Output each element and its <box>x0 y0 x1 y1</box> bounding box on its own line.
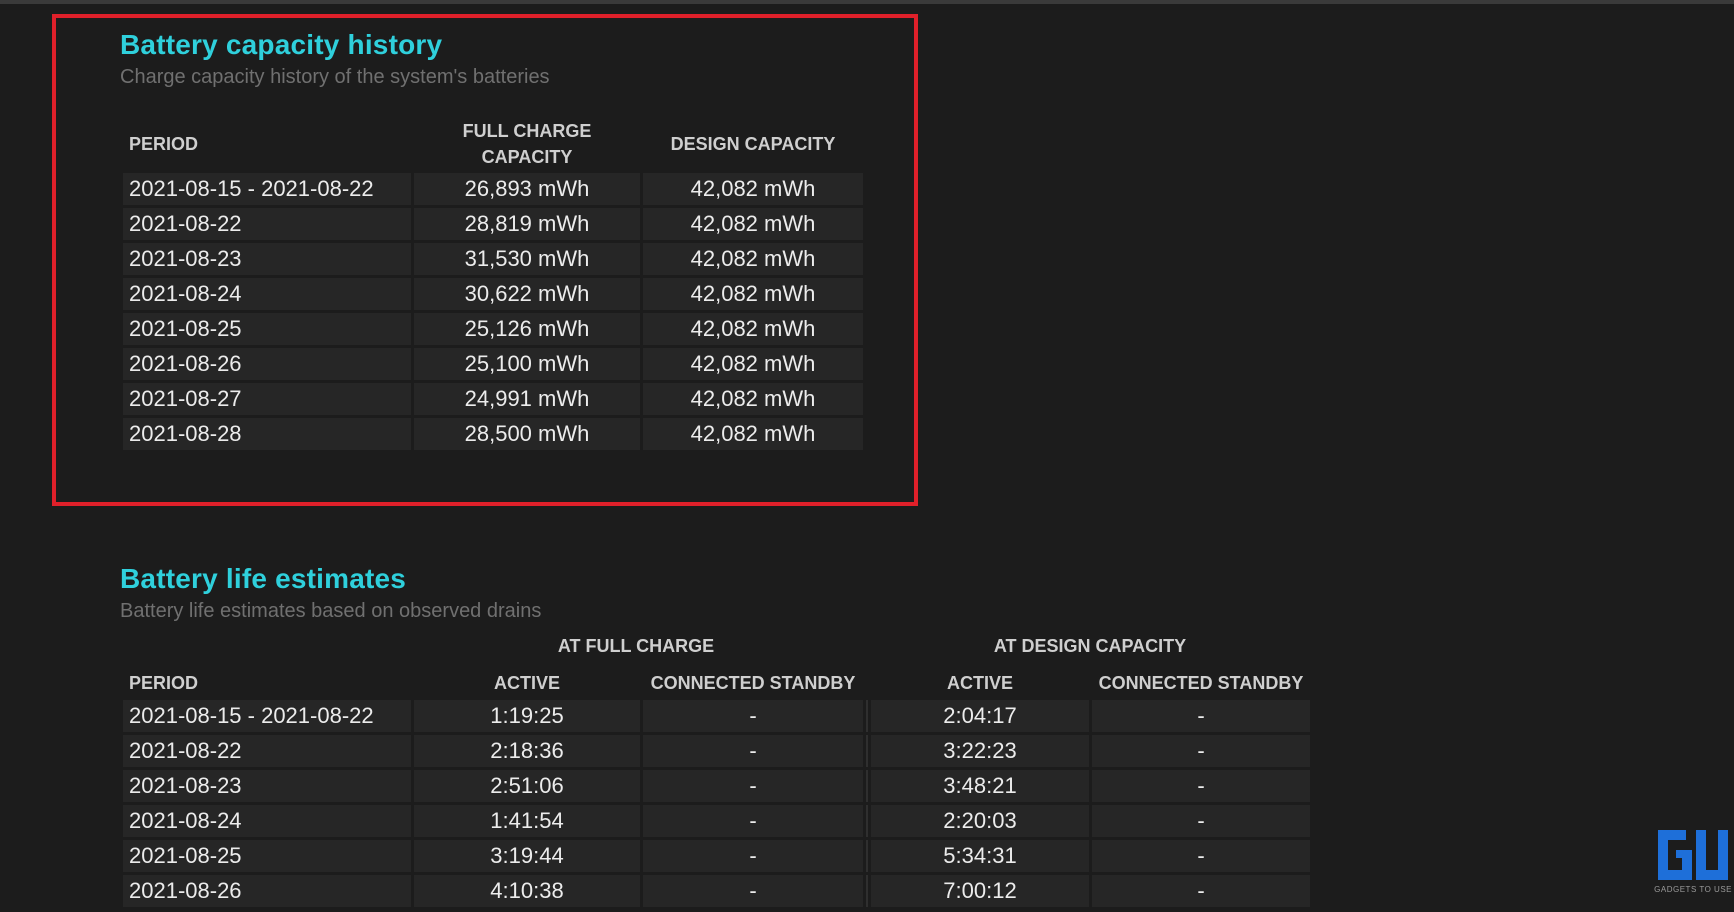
capacity-history-table: PERIOD FULL CHARGE CAPACITY DESIGN CAPAC… <box>120 115 866 453</box>
row-design-connected-standby: - <box>1092 840 1310 872</box>
row-design-active: 7:00:12 <box>871 875 1089 907</box>
table-row: 2021-08-28 28,500 mWh 42,082 mWh <box>123 418 863 450</box>
row-period: 2021-08-23 <box>123 243 411 275</box>
row-divider <box>866 875 868 907</box>
row-connected-standby: - <box>643 875 863 907</box>
row-full-charge-capacity: 31,530 mWh <box>414 243 640 275</box>
header-connected-standby: CONNECTED STANDBY <box>650 673 856 693</box>
table-row: 2021-08-25 3:19:44-5:34:31- <box>123 840 1310 872</box>
row-connected-standby: - <box>643 700 863 732</box>
row-design-capacity: 42,082 mWh <box>643 348 863 380</box>
row-period: 2021-08-22 <box>123 735 411 767</box>
table-row: 2021-08-24 1:41:54-2:20:03- <box>123 805 1310 837</box>
row-design-active: 2:20:03 <box>871 805 1089 837</box>
header-full-charge-line1: FULL CHARGE <box>462 121 592 141</box>
life-estimates-table: PERIOD ACTIVE CONNECTED STANDBY ACTIVE C… <box>120 630 1313 910</box>
table-row: 2021-08-26 25,100 mWh 42,082 mWh <box>123 348 863 380</box>
row-active: 1:19:25 <box>414 700 640 732</box>
table-row: 2021-08-22 2:18:36-3:22:23- <box>123 735 1310 767</box>
row-divider <box>866 735 868 767</box>
row-period: 2021-08-25 <box>123 840 411 872</box>
gadgets-to-use-logo-icon: GADGETS TO USE <box>1652 826 1732 898</box>
table-row: 2021-08-26 4:10:38-7:00:12- <box>123 875 1310 907</box>
top-scroll-strip <box>0 0 1734 4</box>
life-estimates-header: Battery life estimates Battery life esti… <box>120 562 541 624</box>
header-design-capacity: DESIGN CAPACITY <box>670 134 836 154</box>
row-design-active: 3:48:21 <box>871 770 1089 802</box>
row-design-connected-standby: - <box>1092 805 1310 837</box>
table-row: 2021-08-25 25,126 mWh 42,082 mWh <box>123 313 863 345</box>
row-active: 2:18:36 <box>414 735 640 767</box>
row-design-active: 3:22:23 <box>871 735 1089 767</box>
battery-report-page: Battery capacity history Charge capacity… <box>0 0 1734 912</box>
row-full-charge-capacity: 28,819 mWh <box>414 208 640 240</box>
row-connected-standby: - <box>643 805 863 837</box>
row-design-capacity: 42,082 mWh <box>643 313 863 345</box>
row-connected-standby: - <box>643 735 863 767</box>
header-full-charge-capacity: FULL CHARGE CAPACITY <box>414 118 640 170</box>
header-design-active: ACTIVE <box>946 673 1013 693</box>
row-full-charge-capacity: 25,126 mWh <box>414 313 640 345</box>
row-design-active: 2:04:17 <box>871 700 1089 732</box>
header-period: PERIOD <box>129 673 199 693</box>
capacity-history-subtitle: Charge capacity history of the system's … <box>120 66 550 88</box>
row-design-capacity: 42,082 mWh <box>643 243 863 275</box>
row-period: 2021-08-27 <box>123 383 411 415</box>
row-connected-standby: - <box>643 840 863 872</box>
row-divider <box>866 770 868 802</box>
row-period: 2021-08-15 - 2021-08-22 <box>123 700 411 732</box>
header-full-charge-line2: CAPACITY <box>481 147 573 167</box>
row-period: 2021-08-24 <box>123 805 411 837</box>
header-design-connected-standby: CONNECTED STANDBY <box>1098 673 1304 693</box>
row-period: 2021-08-26 <box>123 875 411 907</box>
row-period: 2021-08-24 <box>123 278 411 310</box>
table-row: 2021-08-15 - 2021-08-22 1:19:25-2:04:17- <box>123 700 1310 732</box>
row-design-capacity: 42,082 mWh <box>643 418 863 450</box>
life-estimates-subtitle: Battery life estimates based on observed… <box>120 600 542 622</box>
watermark-text: GADGETS TO USE <box>1654 885 1732 894</box>
capacity-history-title: Battery capacity history <box>120 29 443 60</box>
row-design-capacity: 42,082 mWh <box>643 278 863 310</box>
row-period: 2021-08-22 <box>123 208 411 240</box>
row-active: 4:10:38 <box>414 875 640 907</box>
row-full-charge-capacity: 26,893 mWh <box>414 173 640 205</box>
row-design-connected-standby: - <box>1092 700 1310 732</box>
life-estimates-title: Battery life estimates <box>120 563 407 594</box>
row-period: 2021-08-25 <box>123 313 411 345</box>
header-gap <box>866 633 868 697</box>
row-connected-standby: - <box>643 770 863 802</box>
row-design-connected-standby: - <box>1092 770 1310 802</box>
table-row: 2021-08-23 31,530 mWh 42,082 mWh <box>123 243 863 275</box>
row-design-connected-standby: - <box>1092 735 1310 767</box>
row-full-charge-capacity: 30,622 mWh <box>414 278 640 310</box>
row-design-capacity: 42,082 mWh <box>643 383 863 415</box>
capacity-history-header: Battery capacity history Charge capacity… <box>120 28 550 90</box>
row-design-active: 5:34:31 <box>871 840 1089 872</box>
row-full-charge-capacity: 28,500 mWh <box>414 418 640 450</box>
row-divider <box>866 805 868 837</box>
row-divider <box>866 700 868 732</box>
row-active: 2:51:06 <box>414 770 640 802</box>
row-active: 3:19:44 <box>414 840 640 872</box>
row-period: 2021-08-23 <box>123 770 411 802</box>
row-design-connected-standby: - <box>1092 875 1310 907</box>
row-period: 2021-08-26 <box>123 348 411 380</box>
table-row: 2021-08-24 30,622 mWh 42,082 mWh <box>123 278 863 310</box>
row-full-charge-capacity: 25,100 mWh <box>414 348 640 380</box>
row-period: 2021-08-15 - 2021-08-22 <box>123 173 411 205</box>
row-design-capacity: 42,082 mWh <box>643 208 863 240</box>
row-full-charge-capacity: 24,991 mWh <box>414 383 640 415</box>
row-design-capacity: 42,082 mWh <box>643 173 863 205</box>
header-active: ACTIVE <box>493 673 560 693</box>
row-period: 2021-08-28 <box>123 418 411 450</box>
row-divider <box>866 840 868 872</box>
table-row: 2021-08-23 2:51:06-3:48:21- <box>123 770 1310 802</box>
row-active: 1:41:54 <box>414 805 640 837</box>
header-period: PERIOD <box>129 134 199 154</box>
table-row: 2021-08-27 24,991 mWh 42,082 mWh <box>123 383 863 415</box>
table-row: 2021-08-22 28,819 mWh 42,082 mWh <box>123 208 863 240</box>
table-row: 2021-08-15 - 2021-08-22 26,893 mWh 42,082 … <box>123 173 863 205</box>
